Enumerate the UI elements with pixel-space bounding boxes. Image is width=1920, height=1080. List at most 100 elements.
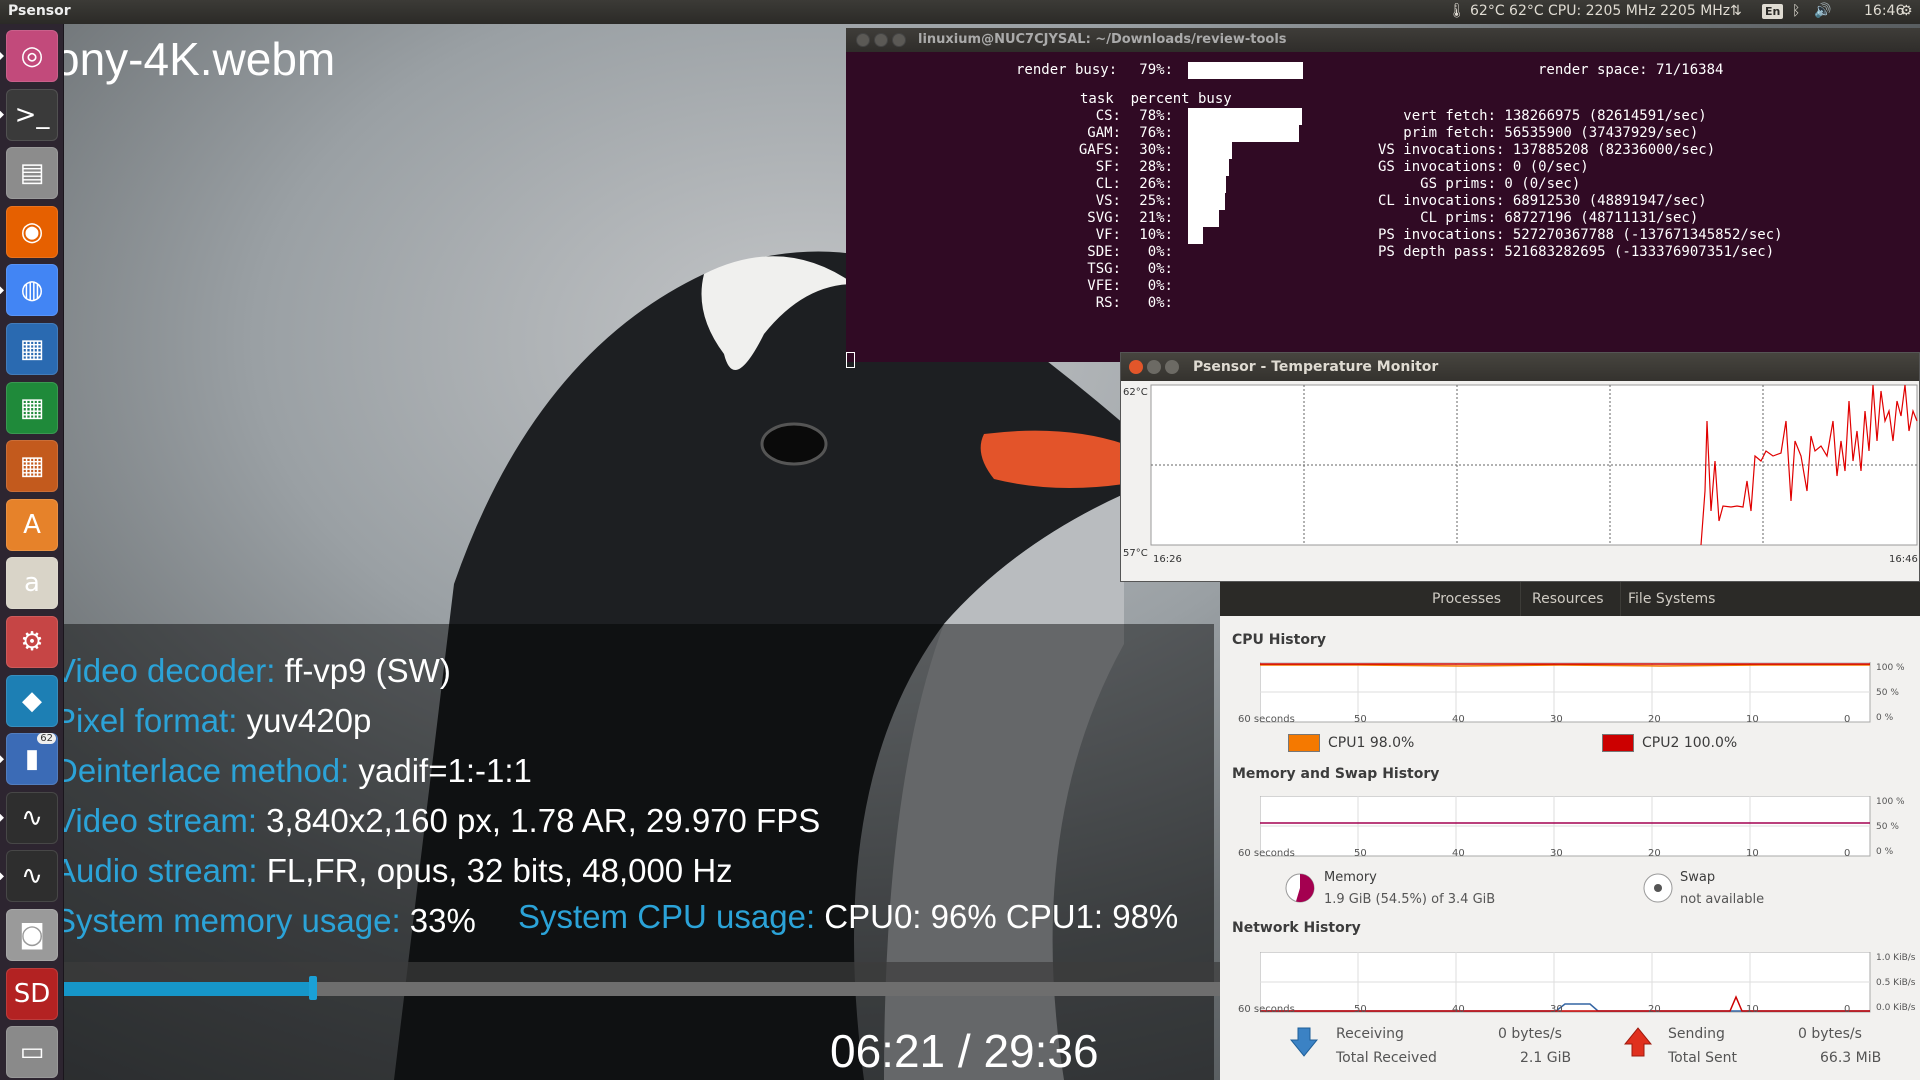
sending-label: Sending [1668, 1026, 1725, 1042]
gpu-stat-line: VS invocations: 137885208 (82336000/sec) [1378, 142, 1716, 158]
cpu2-color-swatch[interactable] [1602, 734, 1634, 752]
osd-row: Video decoder: ff-vp9 (SW) [64, 652, 451, 690]
tab-resources[interactable]: Resources [1532, 591, 1604, 607]
cpu1-color-swatch[interactable] [1288, 734, 1320, 752]
terminal-window[interactable]: linuxium@NUC7CJYSAL: ~/Downloads/review-… [846, 28, 1920, 368]
net-tick-05: 0.5 KiB/s [1876, 978, 1916, 988]
task-busy-bar [1188, 210, 1219, 227]
task-percent: 0%: [1147, 244, 1173, 260]
system-monitor-glyph: ∿ [21, 802, 43, 833]
osd-value: yuv420p [246, 702, 372, 739]
terminal-glyph: >_ [14, 99, 50, 130]
software-center-icon[interactable]: A [6, 498, 58, 551]
amazon-icon[interactable]: a [6, 557, 58, 610]
cpu-pct-tick-0: 0 % [1876, 713, 1894, 723]
clock[interactable]: 16:46 [1864, 3, 1904, 19]
chrome-icon[interactable]: ◍ [6, 264, 58, 317]
minimize-icon[interactable] [874, 33, 888, 47]
gpu-stat-line: CL prims: 68727196 (48711131/sec) [1378, 210, 1699, 226]
temperature-indicator[interactable]: 62°C 62°C [1470, 3, 1544, 19]
gpu-stat-line: PS depth pass: 521683282695 (-1333769073… [1378, 244, 1775, 260]
x-tick-label: 30 [1550, 1004, 1563, 1015]
receiving-arrow-icon[interactable] [1290, 1026, 1318, 1058]
x-tick-label: 60 seconds [1238, 1004, 1295, 1015]
sd-card-icon[interactable]: SD [6, 967, 58, 1020]
temperature-monitor-window[interactable]: Psensor - Temperature Monitor 62°C 57°C … [1120, 352, 1920, 582]
task-percent: 76%: [1139, 125, 1173, 141]
calc-icon[interactable]: ▦ [6, 381, 58, 434]
render-space: render space: 71/16384 [1538, 62, 1724, 78]
usb-drive-icon[interactable]: ▭ [6, 1026, 58, 1079]
total-sent-value: 66.3 MiB [1820, 1050, 1882, 1066]
ubuntu-dash-icon[interactable]: ◎ [6, 30, 58, 82]
system-monitor-icon[interactable]: ∿ [6, 791, 58, 844]
terminal-title: linuxium@NUC7CJYSAL: ~/Downloads/review-… [918, 32, 1287, 47]
net-tick-1: 1.0 KiB/s [1876, 953, 1916, 963]
terminal-titlebar[interactable]: linuxium@NUC7CJYSAL: ~/Downloads/review-… [846, 28, 1920, 52]
temperature-monitor-titlebar[interactable]: Psensor - Temperature Monitor [1121, 353, 1919, 381]
thermometer-icon[interactable]: 🌡 [1448, 3, 1466, 19]
terminal-icon[interactable]: >_ [6, 88, 58, 141]
tab-file-systems[interactable]: File Systems [1628, 591, 1715, 607]
running-indicator [0, 813, 4, 822]
kodi-icon[interactable]: ◆ [6, 674, 58, 727]
power-gear-icon[interactable]: ⚙ [1900, 3, 1913, 19]
keyboard-layout-label: En [1762, 4, 1784, 19]
files-glyph: ▤ [19, 158, 45, 189]
system-settings-icon[interactable]: ⚙ [6, 616, 58, 668]
maximize-icon[interactable] [892, 33, 906, 47]
osd-key: Video decoder: [64, 652, 285, 689]
x-tick-label: 20 [1648, 848, 1661, 859]
render-busy-bar [1188, 62, 1303, 79]
osd-row: Video stream: 3,840x2,160 px, 1.78 AR, 2… [64, 802, 820, 840]
close-icon[interactable] [856, 33, 870, 47]
minimize-icon[interactable] [1147, 360, 1161, 374]
cpu-pct-tick-100: 100 % [1876, 663, 1905, 673]
volume-icon[interactable]: 🔊 [1814, 3, 1831, 19]
task-name: GAFS: [1078, 142, 1121, 158]
terminal-output[interactable]: render busy: 79%: render space: 71/16384… [846, 52, 1920, 368]
progress-handle[interactable] [309, 976, 317, 1000]
tab-processes[interactable]: Processes [1432, 591, 1501, 607]
y-max-label: 62°C [1123, 387, 1148, 398]
system-monitor-window[interactable]: Processes Resources File Systems CPU His… [1220, 582, 1920, 1080]
gpu-stat-line: CL invocations: 68912530 (48891947/sec) [1378, 193, 1707, 209]
network-arrows-icon[interactable]: ⇅ [1730, 3, 1742, 19]
total-received-label: Total Received [1336, 1050, 1437, 1066]
writer-icon[interactable]: ▦ [6, 323, 58, 375]
psensor-icon[interactable]: ▮ 62 [6, 733, 58, 786]
x-tick-label: 30 [1550, 714, 1563, 725]
gpu-stat-line: GS prims: 0 (0/sec) [1378, 176, 1581, 192]
system-monitor-2-icon[interactable]: ∿ [6, 850, 58, 903]
osd-cpu-usage-row: System CPU usage: CPU0: 96% CPU1: 98% [64, 898, 1178, 936]
task-name: TSG: [1087, 261, 1121, 277]
tab-bar: Processes Resources File Systems [1220, 582, 1920, 616]
firefox-icon[interactable]: ◉ [6, 205, 58, 258]
osd-key: Audio stream: [64, 852, 267, 889]
maximize-icon[interactable] [1165, 360, 1179, 374]
x-tick-label: 50 [1354, 848, 1367, 859]
sending-arrow-icon[interactable] [1624, 1026, 1652, 1058]
memory-pie-icon[interactable] [1284, 872, 1316, 904]
files-icon[interactable]: ▤ [6, 147, 58, 200]
task-percent: 28%: [1139, 159, 1173, 175]
x-tick-label: 30 [1550, 848, 1563, 859]
bluetooth-icon[interactable]: ᛒ [1792, 3, 1800, 19]
receiving-value: 0 bytes/s [1498, 1026, 1562, 1042]
launcher: ◎ >_ ▤ ◉ ◍ ▦ ▦ ▦ Aa ⚙ ◆ ▮ 62 ∿ ∿ ◙ SD ▭ [0, 24, 64, 1080]
close-icon[interactable] [1129, 360, 1143, 374]
timecode: 06:21 / 29:36 [830, 1025, 1099, 1077]
impress-icon[interactable]: ▦ [6, 440, 58, 493]
mem-pct-tick-50: 50 % [1876, 822, 1899, 832]
camera-icon[interactable]: ◙ [6, 909, 58, 961]
cpu-frequency-indicator[interactable]: CPU: 2205 MHz 2205 MHz [1548, 3, 1730, 19]
task-percent: 25%: [1139, 193, 1173, 209]
network-history-title: Network History [1232, 920, 1361, 936]
swap-pie-icon[interactable] [1642, 872, 1674, 904]
keyboard-layout-indicator[interactable]: En [1762, 3, 1784, 19]
osd-row: Deinterlace method: yadif=1:-1:1 [64, 752, 532, 790]
psensor-glyph: ▮ [24, 744, 40, 775]
cpu2-legend: CPU2 100.0% [1642, 735, 1738, 751]
task-busy-bar [1188, 108, 1302, 125]
cpu1-legend: CPU1 98.0% [1328, 735, 1415, 751]
